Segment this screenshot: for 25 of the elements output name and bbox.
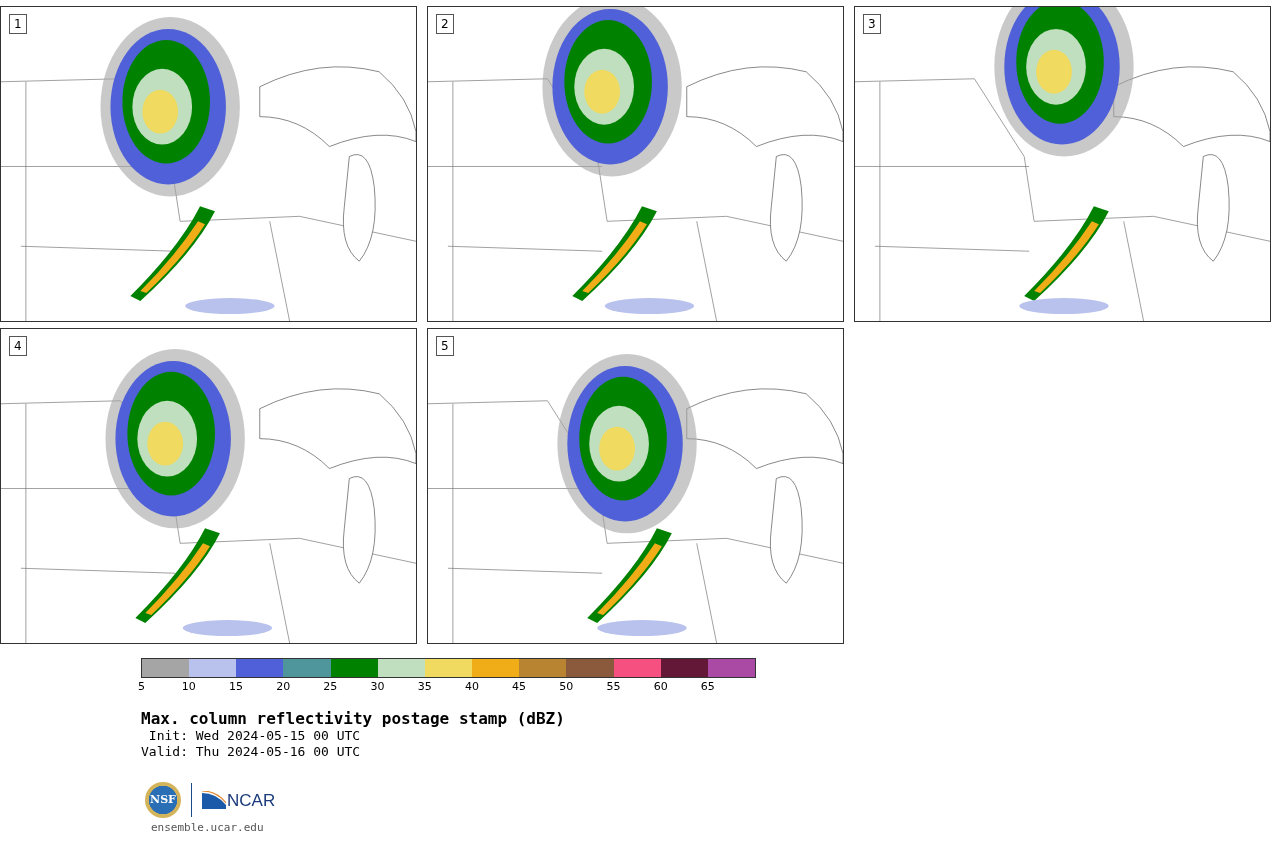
tick-label: 35 xyxy=(416,680,433,694)
tick-label: 15 xyxy=(227,680,244,694)
logo-text: NCAR xyxy=(227,793,276,809)
tick-label: 25 xyxy=(322,680,339,694)
chart-title: Max. column reflectivity postage stamp (dBZ) xyxy=(141,710,566,728)
tick-label: 20 xyxy=(275,680,292,694)
site-url: ensemble.ucar.edu xyxy=(151,820,265,836)
tick-label: 55 xyxy=(605,680,622,694)
panel-number: 3 xyxy=(863,14,881,34)
tick-label: 10 xyxy=(180,680,197,694)
swoosh-icon xyxy=(202,791,226,809)
logo: NSF xyxy=(145,782,181,818)
tick-label: 65 xyxy=(699,680,716,694)
valid-time: Valid: Thu 2024-05-16 00 UTC xyxy=(141,744,362,760)
panel-number: 1 xyxy=(9,14,27,34)
tick-label: 5 xyxy=(137,680,147,694)
tick-label: 50 xyxy=(558,680,575,694)
panel-number: 2 xyxy=(436,14,454,34)
tick-label: 30 xyxy=(369,680,386,694)
tick-label: 60 xyxy=(652,680,669,694)
tick-label: 45 xyxy=(511,680,528,694)
panel-number: 5 xyxy=(436,336,454,356)
panel-number: 4 xyxy=(9,336,27,356)
init-time: Init: Wed 2024-05-15 00 UTC xyxy=(147,728,362,744)
tick-label: 40 xyxy=(463,680,480,694)
